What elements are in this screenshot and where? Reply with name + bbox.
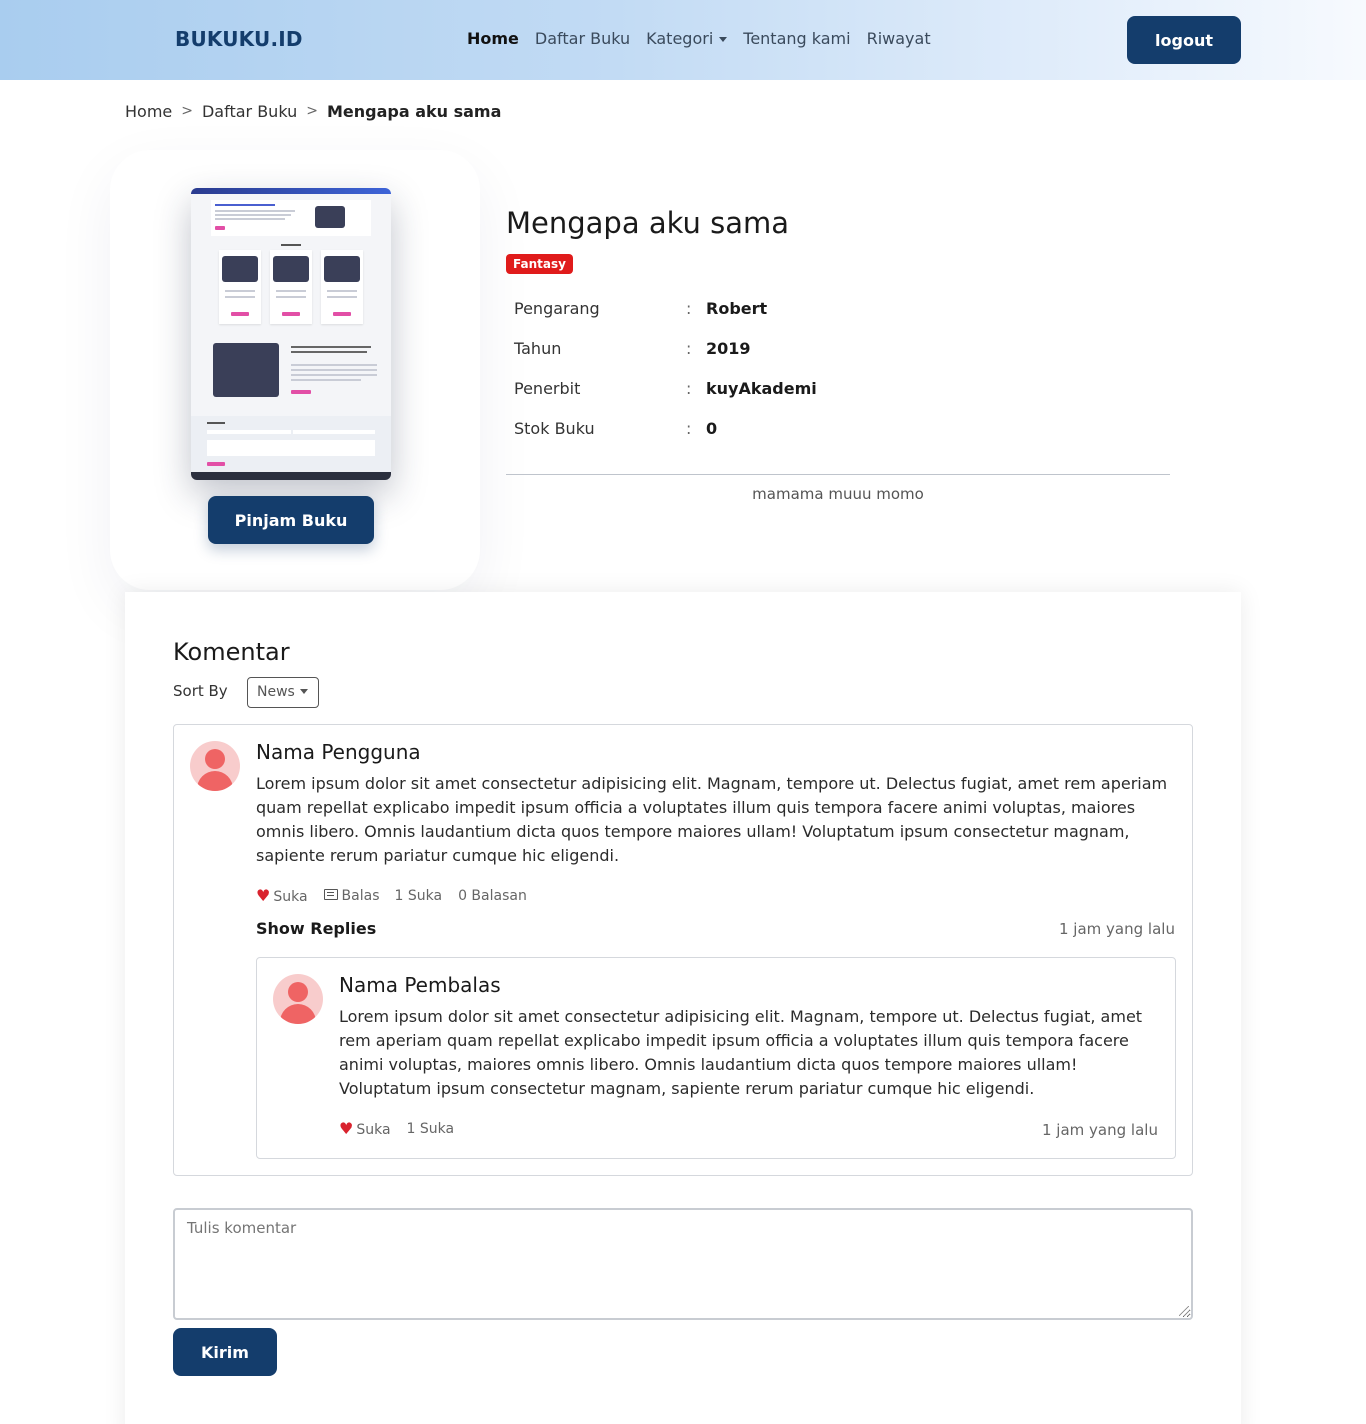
- sort-by-label: Sort By: [173, 682, 228, 700]
- sort-select[interactable]: News: [247, 677, 319, 708]
- nav-riwayat[interactable]: Riwayat: [867, 29, 931, 48]
- detail-value: 2019: [706, 339, 751, 358]
- reply-author: Nama Pembalas: [339, 973, 501, 997]
- navbar: BUKUKU.ID Home Daftar Buku Kategori Tent…: [0, 0, 1366, 80]
- breadcrumb-home[interactable]: Home: [125, 102, 172, 121]
- brand-logo[interactable]: BUKUKU.ID: [175, 27, 303, 51]
- nav-kategori-label: Kategori: [646, 29, 714, 48]
- detail-colon: :: [686, 299, 692, 318]
- reply-text: Lorem ipsum dolor sit amet consectetur a…: [339, 1007, 1143, 1098]
- comment-text: Lorem ipsum dolor sit amet consectetur a…: [256, 774, 1168, 865]
- chevron-down-icon: [719, 37, 728, 42]
- reply-button[interactable]: Balas: [323, 887, 380, 904]
- detail-row-pengarang: Pengarang : Robert: [514, 299, 1114, 321]
- like-label: Suka: [356, 1122, 391, 1138]
- book-description: mamama muuu momo: [752, 485, 924, 503]
- detail-colon: :: [686, 379, 692, 398]
- show-replies-link[interactable]: Show Replies: [256, 919, 376, 938]
- heart-icon: ♥: [256, 886, 271, 905]
- user-avatar-icon: [190, 741, 240, 791]
- like-label: Suka: [273, 889, 308, 905]
- detail-row-stok: Stok Buku : 0: [514, 419, 1114, 441]
- category-badge: Fantasy: [506, 254, 573, 274]
- detail-row-penerbit: Penerbit : kuyAkademi: [514, 379, 1114, 401]
- nav-links: Home Daftar Buku Kategori Tentang kami R…: [467, 29, 931, 48]
- breadcrumb-separator: >: [306, 103, 318, 119]
- book-title: Mengapa aku sama: [506, 206, 789, 240]
- breadcrumb: Home > Daftar Buku > Mengapa aku sama: [125, 102, 501, 121]
- comment-author: Nama Pengguna: [256, 740, 421, 764]
- comment-input[interactable]: [173, 1208, 1193, 1320]
- breadcrumb-daftar-buku[interactable]: Daftar Buku: [202, 102, 297, 121]
- detail-label: Tahun: [514, 339, 562, 358]
- detail-value: Robert: [706, 299, 768, 318]
- comment-actions: ♥ Suka Balas 1 Suka 0 Balasan: [256, 886, 527, 905]
- nav-tentang-kami[interactable]: Tentang kami: [743, 29, 850, 48]
- user-avatar-icon: [273, 974, 323, 1024]
- divider: [506, 474, 1170, 475]
- borrow-book-button[interactable]: Pinjam Buku: [208, 496, 374, 544]
- chat-icon: [323, 888, 338, 900]
- detail-value: kuyAkademi: [706, 379, 817, 398]
- detail-colon: :: [686, 419, 692, 438]
- nav-home[interactable]: Home: [467, 29, 519, 48]
- like-count: 1 Suka: [394, 887, 443, 904]
- reply-label: Balas: [341, 887, 380, 904]
- breadcrumb-separator: >: [181, 103, 193, 119]
- logout-button[interactable]: logout: [1127, 16, 1241, 64]
- comments-title: Komentar: [173, 638, 290, 666]
- detail-colon: :: [686, 339, 692, 358]
- resize-handle-icon[interactable]: [1179, 1306, 1189, 1316]
- heart-icon: ♥: [339, 1119, 354, 1138]
- like-button[interactable]: ♥ Suka: [256, 886, 308, 905]
- detail-label: Penerbit: [514, 379, 581, 398]
- book-cover-image: [191, 188, 391, 480]
- detail-value: 0: [706, 419, 718, 438]
- sort-select-value: News: [257, 684, 295, 700]
- detail-row-tahun: Tahun : 2019: [514, 339, 1114, 361]
- nav-daftar-buku[interactable]: Daftar Buku: [535, 29, 630, 48]
- chevron-down-icon: [299, 688, 308, 694]
- comment-time: 1 jam yang lalu: [1059, 920, 1175, 938]
- reply-count: 0 Balasan: [458, 887, 527, 904]
- submit-comment-button[interactable]: Kirim: [173, 1328, 277, 1376]
- detail-label: Pengarang: [514, 299, 600, 318]
- like-button[interactable]: ♥ Suka: [339, 1119, 391, 1138]
- breadcrumb-current: Mengapa aku sama: [326, 102, 502, 121]
- reply-actions: ♥ Suka 1 Suka: [339, 1119, 454, 1138]
- reply-time: 1 jam yang lalu: [1042, 1121, 1158, 1139]
- detail-label: Stok Buku: [514, 419, 595, 438]
- nav-kategori-dropdown[interactable]: Kategori: [646, 29, 728, 48]
- like-count: 1 Suka: [406, 1120, 455, 1137]
